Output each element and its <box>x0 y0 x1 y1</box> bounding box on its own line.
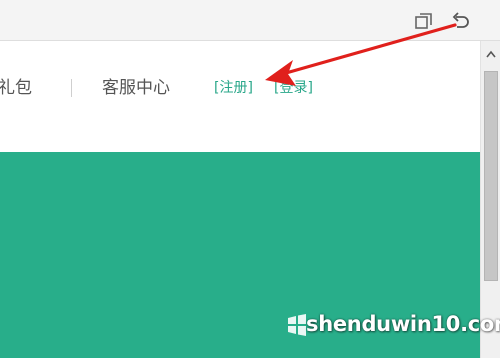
site-watermark: shenduwin10.com <box>286 308 500 354</box>
undo-arrow-icon[interactable] <box>450 11 472 33</box>
register-link[interactable]: [注册] <box>214 78 253 98</box>
watermark-text: shenduwin10.com <box>306 312 500 336</box>
windows-logo-icon <box>288 314 306 336</box>
nav-item-customer-service[interactable]: 客服中心 <box>102 77 170 99</box>
login-link[interactable]: [登录] <box>274 78 313 98</box>
nav-divider <box>71 79 72 97</box>
nav-item-gift-pack[interactable]: 礼包 <box>0 77 32 99</box>
browser-toolbar <box>0 0 500 41</box>
restore-window-icon[interactable] <box>414 11 436 33</box>
scroll-thumb[interactable] <box>484 71 498 281</box>
scroll-up-arrow-icon[interactable] <box>481 41 500 67</box>
